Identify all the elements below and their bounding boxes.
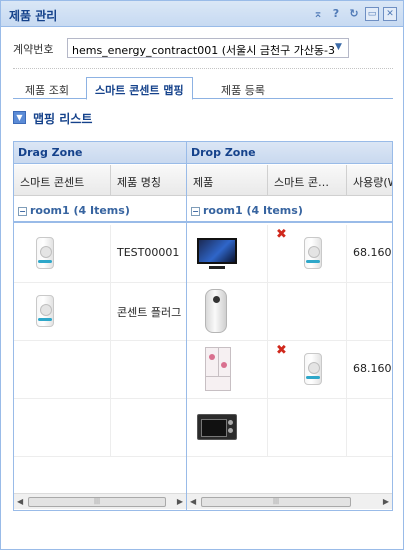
contract-label: 계약번호 — [13, 43, 54, 56]
table-row[interactable] — [187, 399, 392, 457]
drop-zone-title: Drop Zone — [187, 142, 392, 164]
outlet-cell — [14, 399, 111, 457]
product-cell[interactable] — [187, 225, 268, 283]
scroll-right-icon[interactable]: ▶ — [383, 497, 389, 506]
column-product[interactable]: 제품 — [187, 165, 268, 196]
scroll-left-icon[interactable]: ◀ — [17, 497, 23, 506]
usage-cell — [347, 399, 392, 457]
drag-zone-column-header: 스마트 콘센트 제품 명칭 — [14, 165, 186, 196]
table-row[interactable]: TEST00001 — [14, 225, 186, 283]
drag-zone-grid: Drag Zone 스마트 콘센트 제품 명칭 − room1 (4 Items)… — [13, 141, 187, 511]
drop-zone-hscrollbar[interactable]: ◀ ||| ▶ — [187, 493, 392, 509]
remove-mapping-icon[interactable]: ✖ — [276, 343, 287, 358]
outlet-cell — [14, 341, 111, 399]
drop-zone-group-row[interactable]: − room1 (4 Items) — [187, 197, 392, 223]
remove-mapping-icon[interactable]: ✖ — [276, 227, 287, 242]
outlet-cell[interactable] — [14, 283, 111, 341]
scroll-left-icon[interactable]: ◀ — [190, 497, 196, 506]
outlet-cell[interactable] — [14, 225, 111, 283]
outlet-cell[interactable]: ✖ — [268, 225, 347, 283]
product-cell[interactable] — [187, 283, 268, 341]
drag-zone-group-row[interactable]: − room1 (4 Items) — [14, 197, 186, 223]
product-cell[interactable] — [187, 341, 268, 399]
product-name-cell — [111, 341, 186, 399]
collapse-group-icon[interactable]: − — [191, 207, 200, 216]
product-management-window: 제품 관리 ⌅ ? ↻ ▭ ✕ 계약번호 hems_energy_contrac… — [0, 0, 404, 550]
tab-product-register[interactable]: 제품 등록 — [213, 79, 273, 99]
drag-zone-hscrollbar[interactable]: ◀ ||| ▶ — [14, 493, 186, 509]
chevron-down-icon[interactable]: ▼ — [335, 42, 342, 52]
tv-stand — [209, 266, 225, 269]
table-row[interactable] — [187, 283, 392, 341]
group-label: room1 (4 Items) — [30, 204, 130, 217]
product-cell[interactable] — [187, 399, 268, 457]
usage-cell: 68.160 — [347, 341, 392, 399]
table-row — [14, 341, 186, 399]
collapse-toggle-icon[interactable]: ▼ — [13, 111, 26, 124]
table-row — [14, 399, 186, 457]
usage-cell — [347, 283, 392, 341]
divider — [13, 68, 393, 69]
collapse-group-icon[interactable]: − — [18, 207, 27, 216]
smart-plug-icon[interactable] — [304, 237, 322, 269]
drag-zone-title: Drag Zone — [14, 142, 186, 164]
window-titlebar: 제품 관리 ⌅ ? ↻ ▭ ✕ — [1, 1, 403, 27]
column-smart-outlet[interactable]: 스마트 콘센트 — [14, 165, 111, 196]
oven-icon[interactable] — [197, 414, 237, 440]
drop-zone-grid: Drop Zone 제품 스마트 콘… 사용량(W) −room1 (4 Ite… — [186, 141, 393, 511]
tab-smart-outlet-mapping[interactable]: 스마트 콘센트 맵핑 — [86, 77, 193, 100]
close-icon[interactable]: ✕ — [383, 7, 397, 21]
window-title: 제품 관리 — [9, 9, 58, 23]
table-row[interactable]: ✖ 68.160 — [187, 341, 392, 399]
contract-select[interactable]: hems_energy_contract001 (서울시 금천구 가산동-3 — [67, 38, 349, 58]
contract-row: 계약번호 hems_energy_contract001 (서울시 금천구 가산… — [13, 37, 393, 59]
scroll-thumb[interactable]: ||| — [28, 497, 166, 507]
help-icon[interactable]: ? — [329, 7, 343, 21]
product-name-cell: TEST00001 — [111, 225, 186, 283]
scroll-right-icon[interactable]: ▶ — [177, 497, 183, 506]
scroll-thumb[interactable]: ||| — [201, 497, 351, 507]
column-usage[interactable]: 사용량(W) — [347, 165, 392, 196]
tab-product-search[interactable]: 제품 조회 — [17, 79, 77, 99]
outlet-cell[interactable]: ✖ — [268, 341, 347, 399]
refresh-icon[interactable]: ↻ — [347, 7, 361, 21]
air-purifier-icon[interactable] — [205, 289, 227, 333]
smart-plug-icon[interactable] — [304, 353, 322, 385]
product-name-cell: 콘센트 플러그 — [111, 283, 186, 341]
section-title: 맵핑 리스트 — [33, 112, 93, 126]
tab-bar: 제품 조회 스마트 콘센트 맵핑 제품 등록 — [13, 77, 393, 100]
outlet-cell[interactable] — [268, 283, 347, 341]
usage-cell: 68.160 — [347, 225, 392, 283]
smart-plug-icon[interactable] — [36, 237, 54, 269]
collapse-icon[interactable]: ⌅ — [311, 7, 325, 21]
refrigerator-icon[interactable] — [205, 347, 231, 391]
table-row[interactable]: 콘센트 플러그 — [14, 283, 186, 341]
title-tools: ⌅ ? ↻ ▭ ✕ — [311, 7, 397, 21]
smart-plug-icon[interactable] — [36, 295, 54, 327]
product-name-cell — [111, 399, 186, 457]
column-smart-outlet[interactable]: 스마트 콘… — [268, 165, 347, 196]
group-label: room1 (4 Items) — [203, 204, 303, 217]
table-row[interactable]: ✖ 68.160 — [187, 225, 392, 283]
column-product-name[interactable]: 제품 명칭 — [111, 165, 186, 196]
maximize-icon[interactable]: ▭ — [365, 7, 379, 21]
outlet-cell[interactable] — [268, 399, 347, 457]
drop-zone-column-header: 제품 스마트 콘… 사용량(W) — [187, 165, 392, 196]
tv-icon[interactable] — [197, 238, 237, 264]
